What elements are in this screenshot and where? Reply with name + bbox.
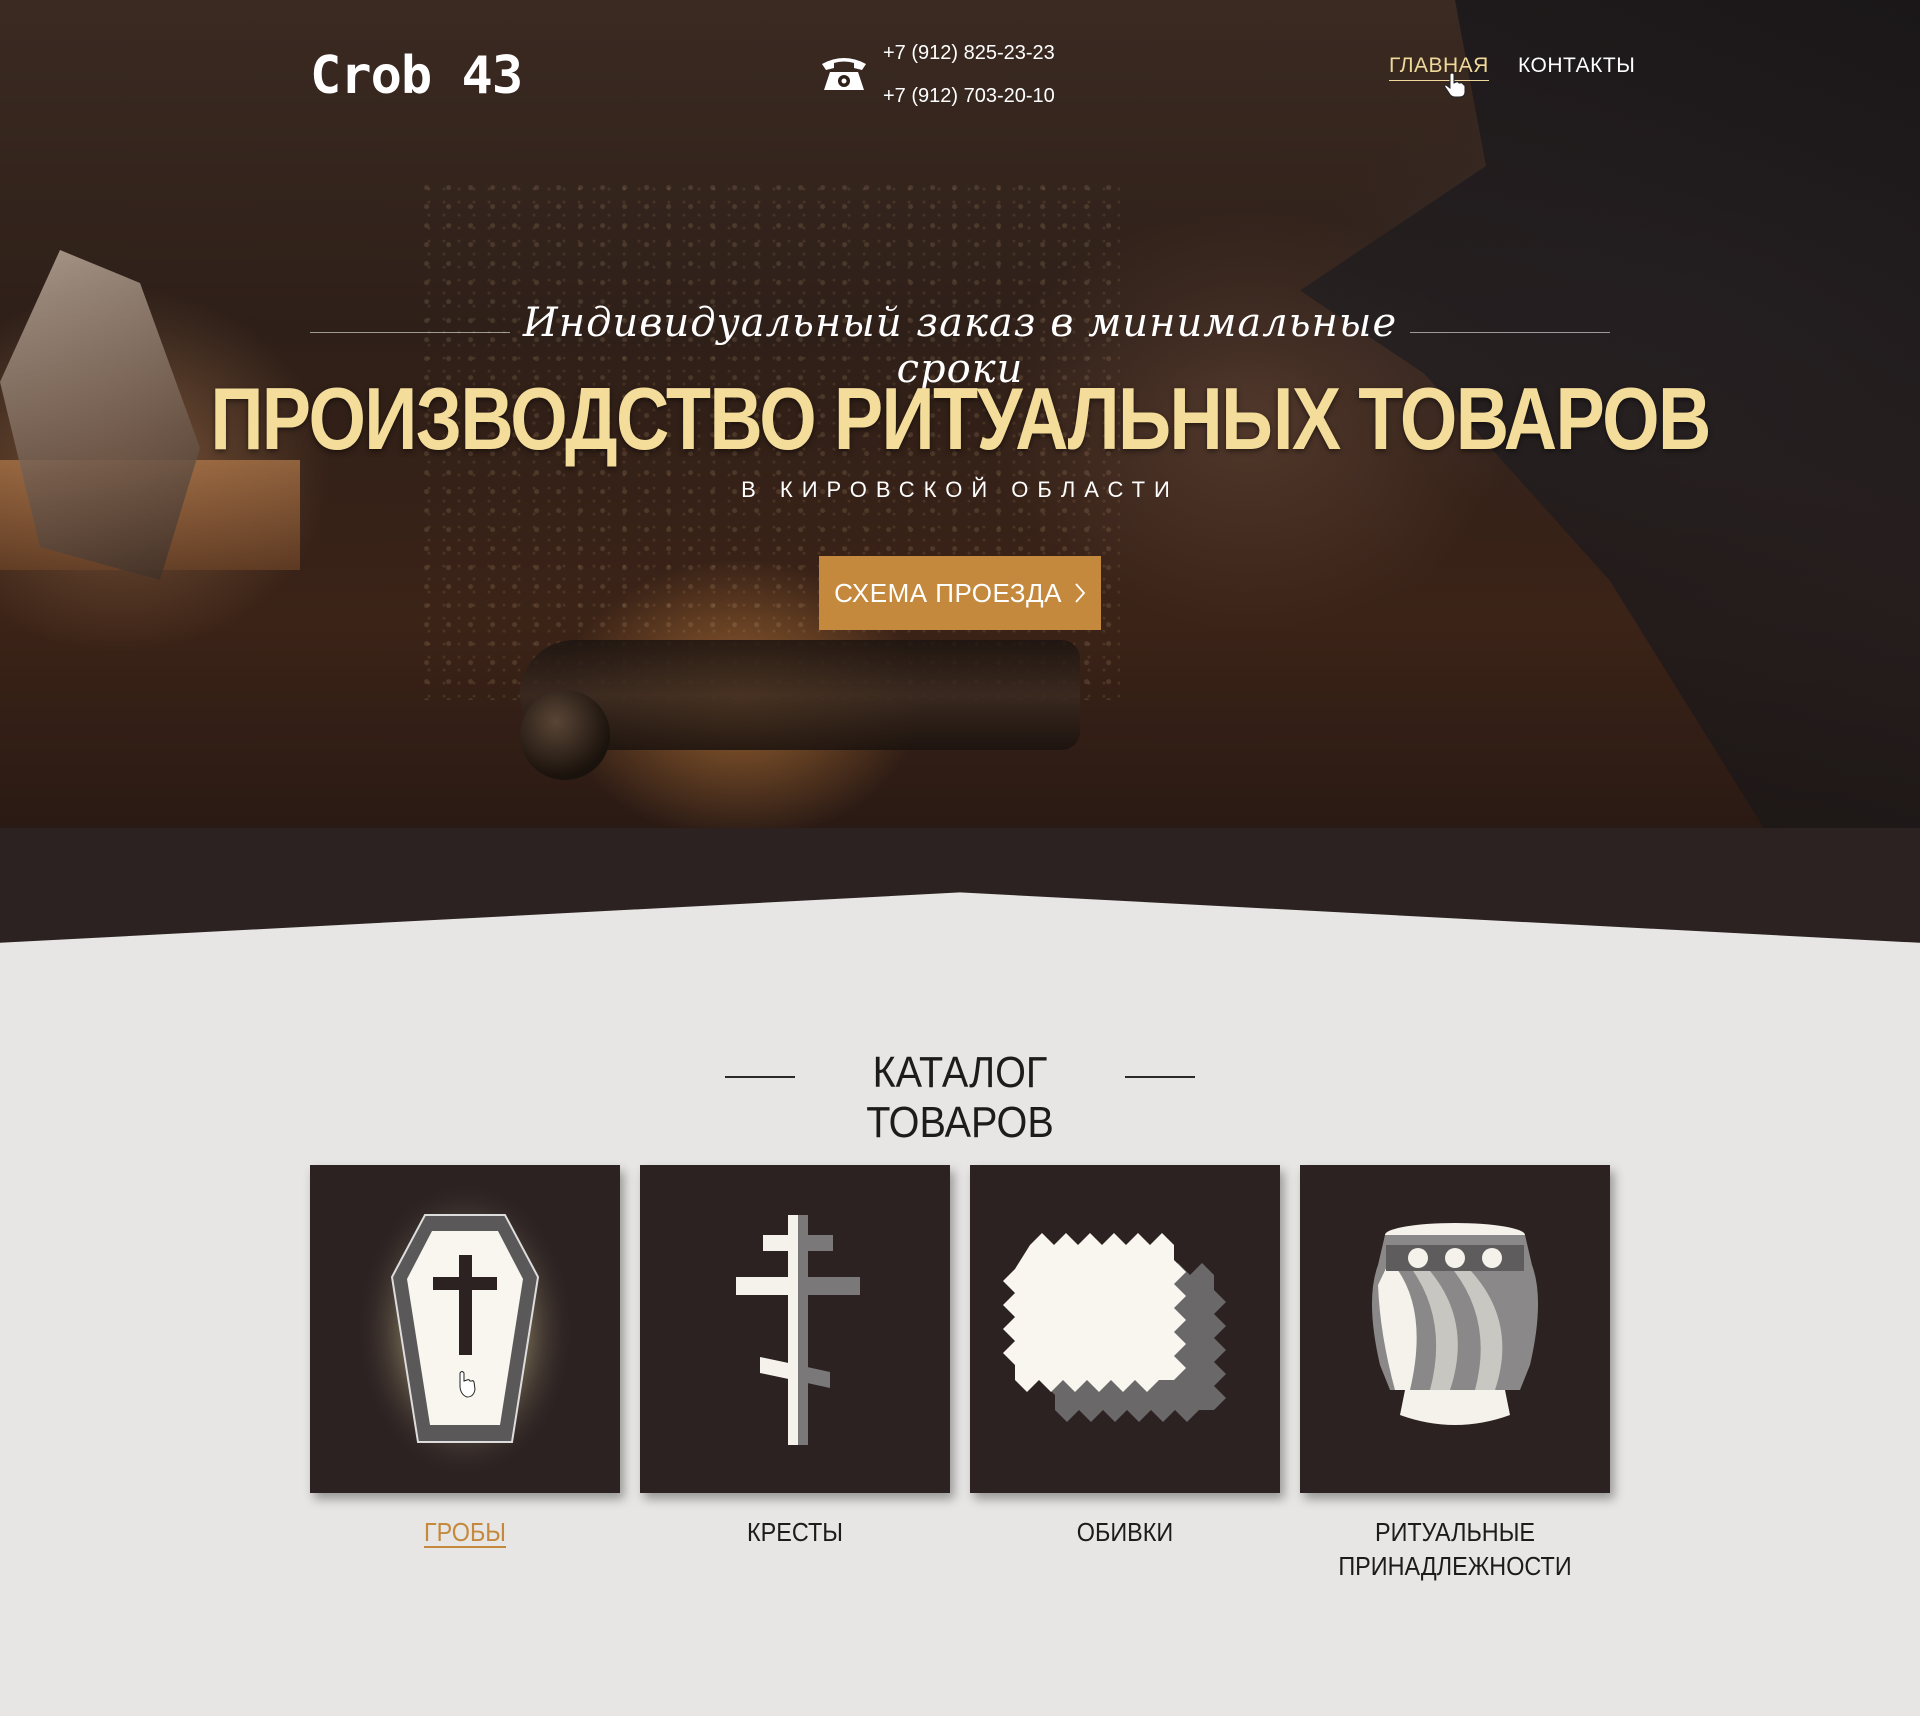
catalog-card-upholstery[interactable] [970, 1165, 1280, 1493]
coffin-icon [355, 1180, 575, 1480]
catalog-divider-left [725, 1076, 795, 1078]
phone-number-1[interactable]: +7 (912) 825-23-23 [883, 40, 1055, 83]
vase-icon [1371, 1223, 1539, 1425]
chevron-right-icon [1075, 583, 1086, 603]
phone-icon [822, 58, 866, 90]
tagline-divider-left [310, 332, 510, 333]
hero-subtitle: В КИРОВСКОЙ ОБЛАСТИ [741, 477, 1179, 502]
hand-cursor-icon [1444, 72, 1466, 98]
catalog-label-coffins[interactable]: Гробы [317, 1515, 614, 1549]
catalog-label-crosses[interactable]: Кресты [647, 1515, 944, 1549]
route-map-button[interactable]: СХЕМА ПРОЕЗДА [819, 556, 1101, 630]
nav-contacts-link[interactable]: Контакты [1518, 54, 1635, 78]
tagline-block: Индивидуальный заказ в минимальные сроки [310, 300, 1610, 392]
tagline-divider-right [1410, 332, 1610, 333]
site-logo[interactable]: Crob 43 [310, 46, 523, 106]
catalog-heading: КАТАЛОГ ТОВАРОВ [725, 1048, 1195, 1147]
lathe-knob-image [520, 690, 610, 780]
hero-title: ПРОИЗВОДСТВО РИТУАЛЬНЫХ ТОВАРОВ [210, 369, 1711, 468]
catalog-divider-right [1125, 1076, 1195, 1078]
fabric-icon [1003, 1233, 1226, 1422]
catalog-label-upholstery[interactable]: Обивки [977, 1515, 1274, 1549]
hero-section: Crob 43 +7 (912) 825-23-23 +7 (912) 703-… [0, 0, 1920, 830]
catalog-card-crosses[interactable] [640, 1165, 950, 1493]
cross-icon [736, 1215, 860, 1445]
nav-home-link[interactable]: Главная [1389, 54, 1489, 81]
catalog-title: КАТАЛОГ ТОВАРОВ [866, 1048, 1054, 1147]
section-divider-band [0, 828, 1920, 943]
catalog-card-coffins[interactable] [310, 1165, 620, 1493]
phone-number-2[interactable]: +7 (912) 703-20-10 [883, 83, 1055, 126]
route-map-button-label: СХЕМА ПРОЕЗДА [834, 577, 1062, 608]
phone-numbers: +7 (912) 825-23-23 +7 (912) 703-20-10 [883, 40, 1055, 126]
catalog-label-accessories[interactable]: Ритуальные принадлежности [1307, 1515, 1604, 1583]
catalog-card-accessories[interactable] [1300, 1165, 1610, 1493]
